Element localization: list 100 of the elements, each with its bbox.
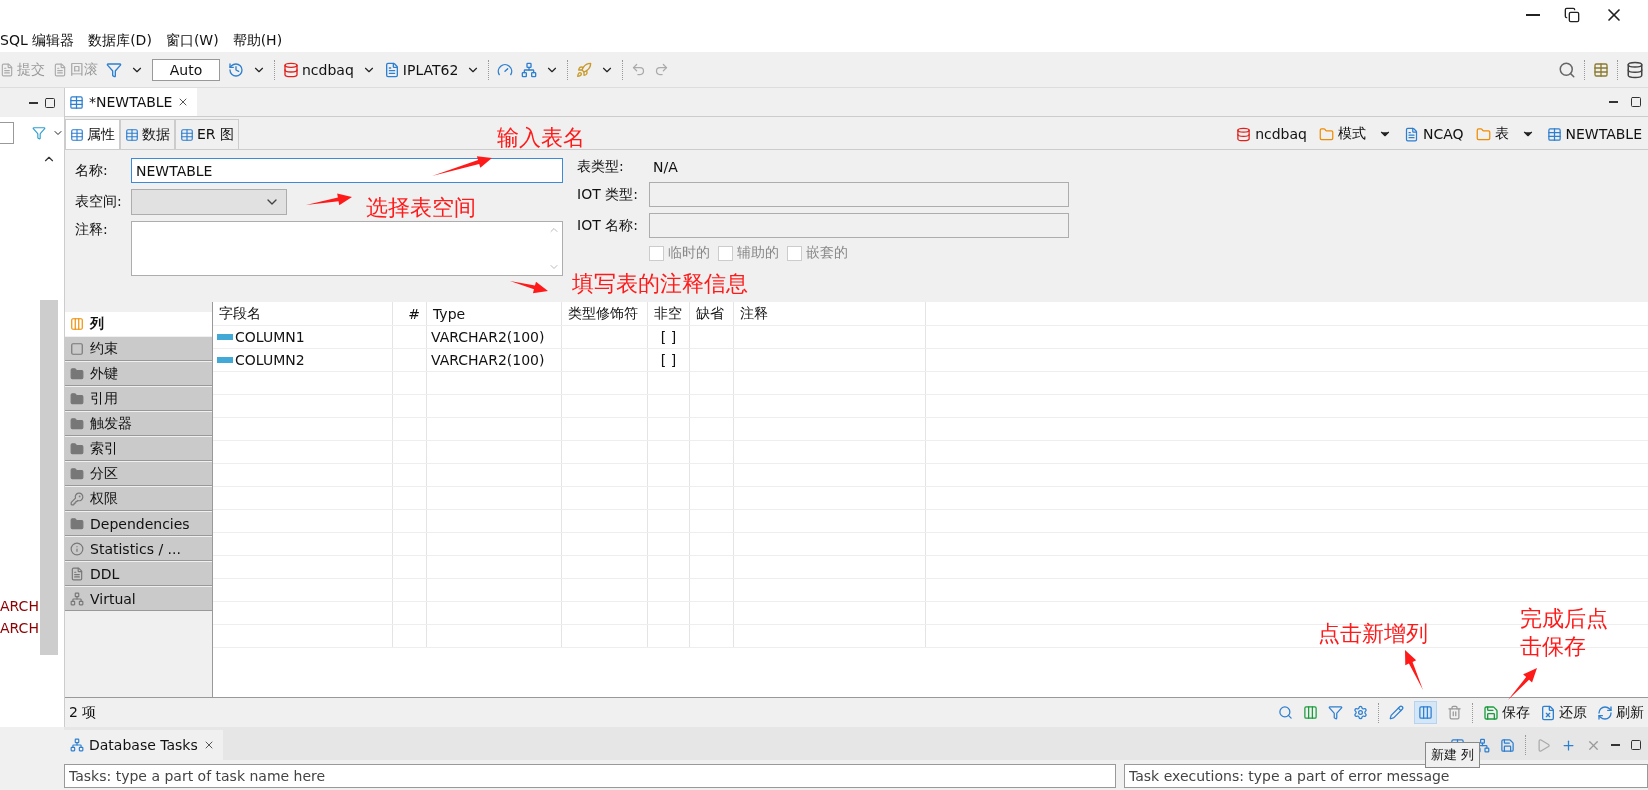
side-tab[interactable]: DDL [65, 562, 212, 586]
column-header[interactable]: 缺省 [690, 302, 734, 325]
annotation-text: 点击新增列 [1318, 620, 1428, 648]
iot-name-field[interactable] [649, 213, 1069, 238]
folder-icon [1318, 126, 1334, 142]
document-icon [0, 62, 14, 77]
minimize-icon [1611, 744, 1620, 746]
side-tab[interactable]: 引用 [65, 387, 212, 411]
side-tab[interactable]: 列 [65, 312, 212, 336]
field-label: IOT 类型: [577, 185, 639, 204]
breadcrumb-item[interactable]: NCAQ [1403, 126, 1464, 142]
tooltip: 新建 列 [1425, 742, 1481, 768]
execution-filter-field[interactable]: Task executions: type a part of error message [1124, 764, 1648, 788]
pencil-icon[interactable] [1389, 705, 1404, 720]
table-icon [70, 127, 84, 142]
side-tab[interactable]: Virtual [65, 587, 212, 611]
task-filter-field[interactable]: Tasks: type a part of task name here [64, 764, 1116, 788]
editor-subtab[interactable]: ER 图 [175, 119, 240, 149]
tree-item-text: ARCH [0, 598, 39, 614]
toolbar-button[interactable]: 刷新 [1597, 703, 1644, 722]
column-icon [1418, 705, 1433, 720]
annotation-arrow [1508, 668, 1537, 700]
forward-icon [654, 62, 670, 77]
comment-field[interactable] [131, 221, 563, 276]
column-header[interactable]: 类型修饰符 [562, 302, 648, 325]
column-header[interactable]: 注释 [734, 302, 926, 325]
new-column-button[interactable] [1414, 701, 1437, 724]
breadcrumb-item[interactable]: ncdbaq [1236, 126, 1307, 142]
table-cell: VARCHAR2(100) [427, 326, 562, 348]
column-header[interactable]: Type [427, 302, 562, 325]
side-tab[interactable]: 权限 [65, 487, 212, 511]
filter-icon[interactable] [1328, 705, 1343, 720]
side-tab[interactable]: 外键 [65, 362, 212, 386]
folder-icon [70, 516, 84, 531]
constraint-icon [70, 341, 84, 356]
menu-item[interactable]: 窗口(W) [165, 32, 219, 50]
column-header[interactable]: # [393, 302, 427, 325]
editor-subtab[interactable]: 属性 [65, 119, 120, 149]
editor-subtab[interactable]: 数据 [120, 119, 175, 149]
history-icon [228, 61, 244, 78]
annotation-text: 选择表空间 [366, 194, 476, 222]
columns-icon [70, 316, 84, 331]
breadcrumb-item[interactable]: 表 [1475, 125, 1509, 143]
table-cell: COLUMN1 [213, 326, 393, 348]
menu-item[interactable]: 数据库(D) [88, 32, 152, 50]
restore-icon [1564, 7, 1580, 23]
breadcrumb-item[interactable]: 模式 [1318, 125, 1366, 143]
folder-icon [70, 441, 84, 456]
table-cell: [ ] [648, 326, 690, 348]
database-icon [1236, 126, 1252, 142]
commit-mode-field[interactable]: Auto [152, 58, 220, 81]
field-label: 表类型: [577, 158, 625, 176]
column-header[interactable]: 非空 [648, 302, 690, 325]
ddl-icon [70, 566, 84, 581]
side-tab[interactable]: 触发器 [65, 412, 212, 436]
iot-type-field[interactable] [649, 182, 1069, 207]
tablespace-dropdown[interactable] [131, 189, 287, 215]
column-header[interactable]: 字段名 [213, 302, 393, 325]
back-icon [631, 62, 647, 77]
table-type-value: N/A [652, 159, 678, 175]
annotation-arrow [510, 281, 548, 294]
menu-item[interactable]: 帮助(H) [232, 32, 283, 50]
columns-icon[interactable] [1303, 705, 1318, 720]
annotation-arrow [306, 193, 352, 206]
breadcrumb-item[interactable]: NEWTABLE [1546, 126, 1642, 142]
table-cell: [ ] [648, 349, 690, 371]
settings-icon[interactable] [1353, 705, 1368, 720]
annotation-arrow [1405, 650, 1423, 690]
side-tab[interactable]: Dependencies [65, 512, 212, 536]
side-tab[interactable]: Statistics / ... [65, 537, 212, 561]
field-label: 表空间: [75, 193, 123, 211]
table-icon [180, 127, 194, 142]
table-cell: VARCHAR2(100) [427, 349, 562, 371]
toolbar-button[interactable]: 保存 [1483, 703, 1530, 722]
annotation-text: 完成后点击保存 [1520, 605, 1609, 660]
side-tab[interactable]: 约束 [65, 337, 212, 361]
run-icon [1536, 737, 1551, 753]
field-label: 注释: [75, 221, 109, 239]
side-tab[interactable]: 索引 [65, 437, 212, 461]
toolbar-button[interactable]: 还原 [1540, 703, 1587, 722]
schema-selector[interactable]: IPLAT62 [383, 61, 459, 78]
menu-item[interactable]: SQL 编辑器 [0, 32, 75, 50]
refresh-icon [1597, 704, 1613, 721]
trash-icon[interactable] [1447, 705, 1462, 720]
search-icon[interactable] [1558, 60, 1576, 79]
connection-selector[interactable]: ncdbaq [283, 61, 354, 78]
field-label: 名称: [75, 161, 109, 180]
filter-icon[interactable] [32, 126, 46, 140]
perspective-icon [1593, 61, 1609, 78]
folder-icon [70, 391, 84, 406]
panel-tab[interactable]: Database Tasks [64, 730, 223, 760]
table-cell: COLUMN2 [213, 349, 393, 371]
filter-field[interactable] [0, 122, 14, 144]
scrollbar[interactable] [40, 300, 58, 655]
search-icon[interactable] [1278, 705, 1293, 720]
side-tab[interactable]: 分区 [65, 462, 212, 486]
editor-tab[interactable]: *NEWTABLE [65, 88, 198, 116]
schema-icon [383, 61, 400, 78]
virtual-icon [70, 591, 84, 606]
table-name-field[interactable]: NEWTABLE [131, 158, 563, 183]
